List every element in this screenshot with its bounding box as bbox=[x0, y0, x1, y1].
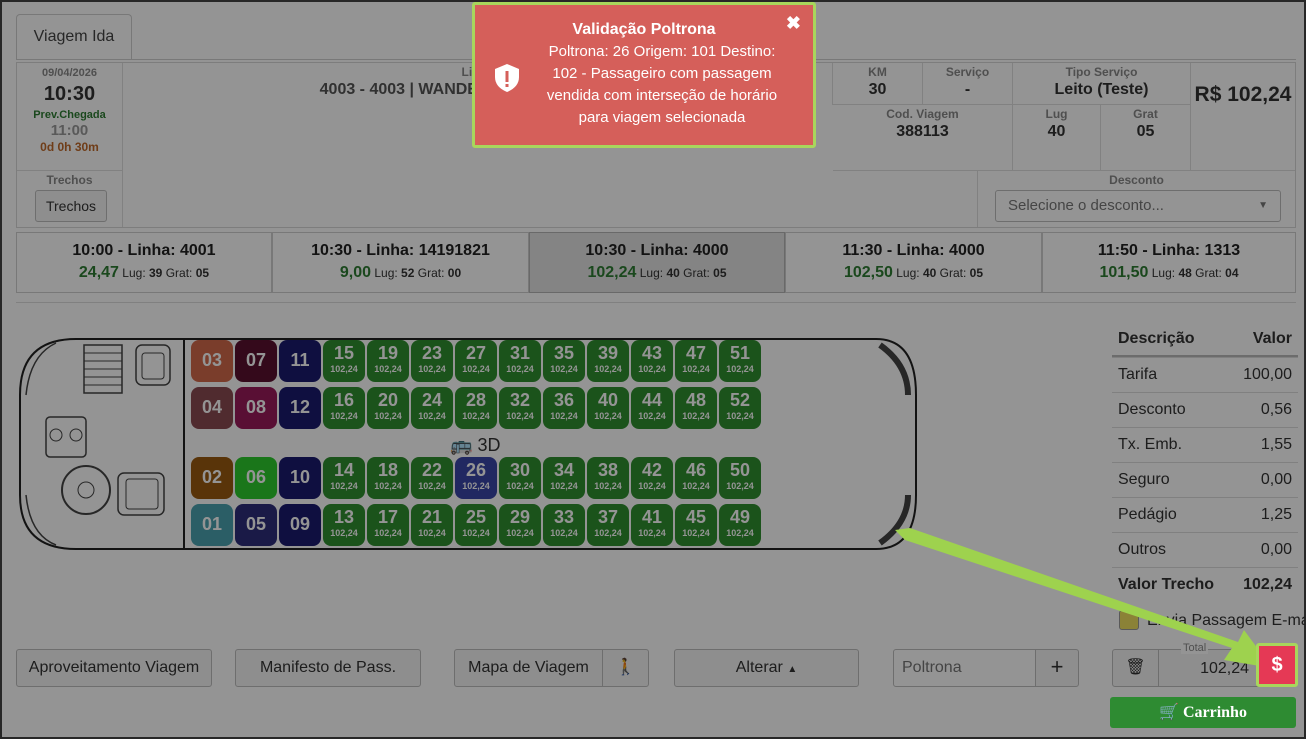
pay-button[interactable]: $ bbox=[1256, 643, 1298, 687]
cart-button[interactable]: 🛒 Carrinho bbox=[1110, 697, 1296, 728]
cart-icon: 🛒 bbox=[1159, 704, 1179, 721]
cart-label: Carrinho bbox=[1182, 704, 1247, 721]
shield-warning-icon bbox=[495, 64, 519, 92]
toast-title: Validação Poltrona bbox=[572, 21, 716, 38]
toast-message: Poltrona: 26 Origem: 101 Destino: 102 - … bbox=[546, 43, 778, 126]
validation-toast: ✖ Validação Poltrona Poltrona: 26 Origem… bbox=[472, 2, 816, 148]
close-icon[interactable]: ✖ bbox=[786, 13, 801, 34]
